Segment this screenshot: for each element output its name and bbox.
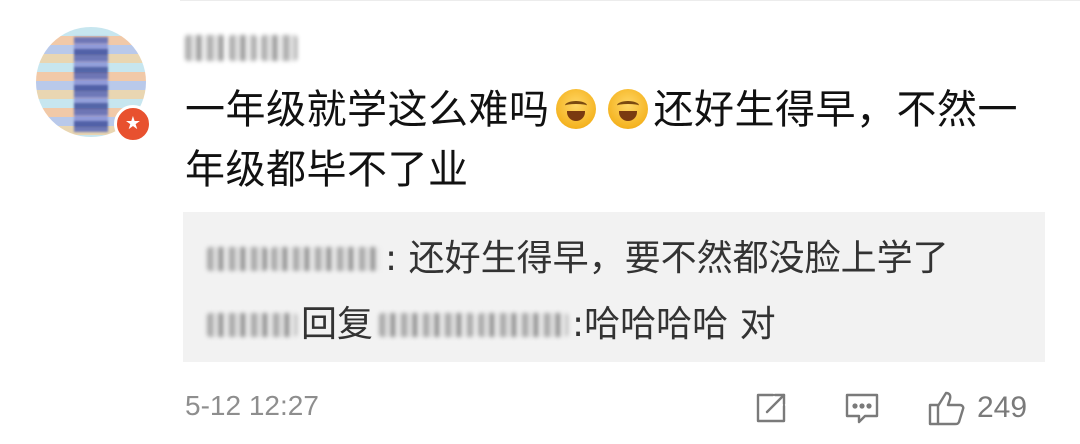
laughing-tears-emoji-icon <box>607 89 648 129</box>
thumbs-up-icon <box>928 391 965 426</box>
timestamp: 5-12 12:27 <box>185 390 319 421</box>
blurred-name-part <box>261 35 297 61</box>
reply-item[interactable]: : 还好生得早，要不然都没脸上学了 <box>207 234 949 284</box>
like-button[interactable]: 249 <box>927 386 1027 430</box>
like-count: 249 <box>977 391 1028 424</box>
comment-footer: 5-12 12:27 249 <box>185 386 1045 430</box>
blurred-name-part <box>185 35 225 61</box>
blurred-reply-user <box>207 313 297 337</box>
blurred-reply-user <box>207 247 267 271</box>
comment-body: 一年级就学这么难吗 还好生得早，不然一年级都毕不了业 <box>185 80 1045 200</box>
reply-text: :哈哈哈哈 对 <box>572 304 776 345</box>
reply-text: : 还好生得早，要不然都没脸上学了 <box>385 238 949 279</box>
blurred-reply-target <box>379 313 475 337</box>
reply-word: 回复 <box>301 304 374 345</box>
comment-text-part1: 一年级就学这么难吗 <box>185 87 550 133</box>
username-blurred[interactable] <box>185 28 297 68</box>
comment-card: ★ 一年级就学这么难吗 还好生得早，不然一年级都毕不了业 : 还好生得早，要不然都… <box>0 0 1080 444</box>
divider <box>180 0 1080 1</box>
comment-button[interactable] <box>843 386 881 430</box>
reply-item[interactable]: 回复 :哈哈哈哈 对 <box>207 300 776 350</box>
blurred-reply-user <box>271 247 381 271</box>
comment-icon <box>845 393 879 424</box>
laughing-tears-emoji-icon <box>555 89 596 129</box>
share-icon <box>756 393 786 423</box>
replies-box[interactable]: : 还好生得早，要不然都没脸上学了 回复 :哈哈哈哈 对 <box>183 212 1045 362</box>
vip-badge-icon: ★ <box>114 105 152 143</box>
share-button[interactable] <box>753 386 789 430</box>
avatar-container[interactable]: ★ <box>36 27 152 143</box>
blurred-name-part <box>229 35 257 61</box>
blurred-reply-target <box>478 313 569 337</box>
